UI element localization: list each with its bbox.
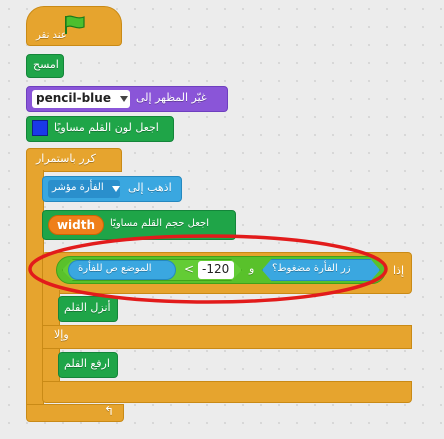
- else-label: وإلا: [54, 328, 69, 341]
- else-bar: [42, 325, 412, 349]
- go-to-label: اذهب إلى: [128, 181, 172, 194]
- pen-color-swatch[interactable]: [32, 120, 48, 136]
- if-label: إذا: [393, 264, 405, 277]
- mouse-down-label: زر الفأرة مضغوط؟: [272, 263, 351, 274]
- chevron-down-icon: [120, 96, 128, 102]
- loop-arrow-icon: ↰: [104, 404, 115, 418]
- mouse-y-label: الموضع ص للفأرة: [78, 263, 152, 274]
- number-input[interactable]: -120: [198, 261, 234, 279]
- width-variable[interactable]: width: [48, 215, 104, 235]
- pen-down-label: أنزل القلم: [64, 301, 111, 314]
- green-flag-icon: [65, 15, 85, 34]
- switch-costume-label: غيّر المظهر إلى: [136, 91, 207, 104]
- go-to-dropdown[interactable]: الفأرة مؤشر: [48, 180, 120, 198]
- costume-dropdown[interactable]: pencil-blue: [32, 90, 130, 108]
- and-label: و: [249, 262, 255, 275]
- chevron-down-icon: [112, 186, 120, 192]
- clear-label: امسح: [33, 58, 59, 71]
- pen-up-label: ارفع القلم: [64, 357, 110, 370]
- set-pen-size-label: اجعل حجم القلم مساويًا: [110, 218, 210, 229]
- set-pen-color-label: اجعل لون القلم مساويًا: [54, 121, 159, 134]
- forever-label: كرر باستمرار: [36, 152, 96, 165]
- less-than-label: <: [184, 262, 195, 276]
- if-else-footer: [42, 381, 412, 403]
